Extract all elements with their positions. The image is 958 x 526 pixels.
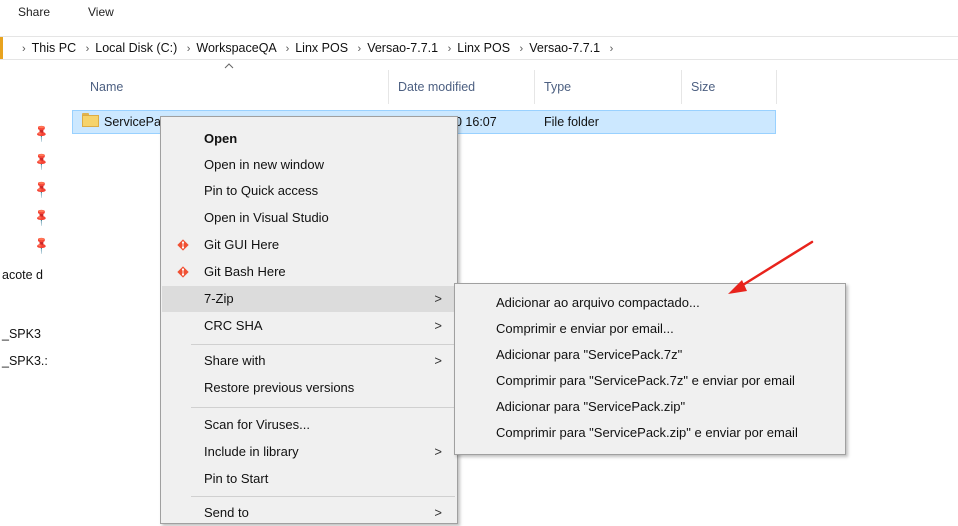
menu-separator — [191, 496, 455, 497]
menu-item-label: Send to — [204, 505, 249, 520]
folder-icon — [82, 113, 99, 127]
menu-item-restore-versions[interactable]: Restore previous versions — [162, 375, 456, 401]
menu-item-git-bash[interactable]: Git Bash Here — [162, 259, 456, 285]
file-type: File folder — [544, 115, 599, 129]
breadcrumb-separator[interactable]: › — [448, 43, 452, 55]
column-divider[interactable] — [534, 70, 535, 104]
submenu-item-compress-zip-email[interactable]: Comprimir para "ServicePack.zip" e envia… — [456, 420, 844, 446]
breadcrumb-separator: › — [22, 43, 26, 55]
menu-item-open[interactable]: Open — [162, 126, 456, 152]
breadcrumb-separator[interactable]: › — [358, 43, 362, 55]
submenu-item-label: Comprimir para "ServicePack.zip" e envia… — [496, 425, 798, 440]
column-divider[interactable] — [776, 70, 777, 104]
submenu-item-label: Adicionar para "ServicePack.zip" — [496, 399, 686, 414]
breadcrumb-separator[interactable]: › — [86, 43, 90, 55]
chevron-right-icon: > — [434, 318, 442, 333]
breadcrumb-linx-pos[interactable]: Linx POS — [295, 41, 348, 55]
submenu-item-compress-7z-email[interactable]: Comprimir para "ServicePack.7z" e enviar… — [456, 368, 844, 394]
nav-item-pacote[interactable]: acote d — [2, 268, 43, 282]
file-date-modified: 0 16:07 — [455, 115, 497, 129]
submenu-item-label: Comprimir para "ServicePack.7z" e enviar… — [496, 373, 795, 388]
column-divider[interactable] — [388, 70, 389, 104]
nav-item-spk3[interactable]: _SPK3 — [2, 327, 41, 341]
menu-separator — [191, 344, 455, 345]
breadcrumb-linx-pos-2[interactable]: Linx POS — [457, 41, 510, 55]
menu-item-crc-sha[interactable]: CRC SHA > — [162, 313, 456, 339]
submenu-item-label: Adicionar ao arquivo compactado... — [496, 295, 700, 310]
menu-item-share-with[interactable]: Share with > — [162, 348, 456, 374]
menu-item-label: Pin to Quick access — [204, 183, 319, 198]
breadcrumb: › This PC › Local Disk (C:) › WorkspaceQA ›… — [16, 41, 619, 55]
nav-item-spk3-2[interactable]: _SPK3.: — [2, 354, 48, 368]
column-header-name[interactable]: Name — [90, 72, 123, 102]
address-bar[interactable]: › This PC › Local Disk (C:) › WorkspaceQA ›… — [0, 36, 958, 60]
menu-item-label: Open — [204, 131, 238, 146]
address-bar-accent — [0, 37, 3, 59]
pin-icon[interactable]: 📌 — [31, 179, 51, 199]
submenu-item-add-zip[interactable]: Adicionar para "ServicePack.zip" — [456, 394, 844, 420]
chevron-right-icon: > — [434, 505, 442, 520]
menu-separator — [191, 407, 455, 408]
ribbon-tab-share[interactable]: Share — [18, 5, 50, 19]
ribbon: Share View — [0, 0, 958, 26]
menu-item-pin-start[interactable]: Pin to Start — [162, 466, 456, 492]
column-header-date-modified[interactable]: Date modified — [398, 72, 475, 102]
menu-item-label: Open in new window — [204, 157, 324, 172]
annotation-arrow-icon — [728, 240, 814, 294]
menu-item-scan-viruses[interactable]: Scan for Viruses... — [162, 412, 456, 438]
submenu-7zip: Adicionar ao arquivo compactado... Compr… — [454, 283, 846, 455]
column-header-type[interactable]: Type — [544, 72, 571, 102]
menu-item-label: Include in library — [204, 444, 299, 459]
menu-item-7zip[interactable]: 7-Zip > — [162, 286, 456, 312]
menu-item-label: Share with — [204, 353, 266, 368]
file-name[interactable]: ServicePa — [104, 115, 161, 129]
menu-item-label: Pin to Start — [204, 471, 269, 486]
breadcrumb-workspaceqa[interactable]: WorkspaceQA — [196, 41, 276, 55]
submenu-item-compress-email[interactable]: Comprimir e enviar por email... — [456, 316, 844, 342]
breadcrumb-this-pc[interactable]: This PC — [32, 41, 76, 55]
menu-item-include-library[interactable]: Include in library > — [162, 439, 456, 465]
pin-icon[interactable]: 📌 — [31, 151, 51, 171]
sort-ascending-icon — [224, 63, 234, 69]
chevron-right-icon: > — [434, 444, 442, 459]
git-icon — [177, 266, 189, 278]
breadcrumb-separator[interactable]: › — [610, 43, 614, 55]
menu-item-send-to[interactable]: Send to > — [162, 500, 456, 526]
menu-item-pin-quick-access[interactable]: Pin to Quick access — [162, 178, 456, 204]
pin-icon[interactable]: 📌 — [31, 207, 51, 227]
menu-item-open-visual-studio[interactable]: Open in Visual Studio — [162, 205, 456, 231]
column-header-size[interactable]: Size — [691, 72, 715, 102]
submenu-item-label: Comprimir e enviar por email... — [496, 321, 674, 336]
breadcrumb-versao[interactable]: Versao-7.7.1 — [367, 41, 438, 55]
menu-item-git-gui[interactable]: Git GUI Here — [162, 232, 456, 258]
column-divider[interactable] — [681, 70, 682, 104]
menu-item-label: Git Bash Here — [204, 264, 286, 279]
pin-icon[interactable]: 📌 — [31, 123, 51, 143]
menu-item-label: 7-Zip — [204, 291, 234, 306]
breadcrumb-separator[interactable]: › — [520, 43, 524, 55]
chevron-right-icon: > — [434, 353, 442, 368]
menu-item-label: Git GUI Here — [204, 237, 280, 252]
menu-item-label: Scan for Viruses... — [204, 417, 310, 432]
breadcrumb-versao-2[interactable]: Versao-7.7.1 — [529, 41, 600, 55]
git-icon — [177, 239, 189, 251]
context-menu: Open Open in new window Pin to Quick acc… — [160, 116, 458, 524]
menu-item-label: Open in Visual Studio — [204, 210, 329, 225]
submenu-item-label: Adicionar para "ServicePack.7z" — [496, 347, 683, 362]
submenu-item-add-7z[interactable]: Adicionar para "ServicePack.7z" — [456, 342, 844, 368]
ribbon-tab-view[interactable]: View — [88, 5, 114, 19]
menu-item-open-new-window[interactable]: Open in new window — [162, 152, 456, 178]
menu-item-label: CRC SHA — [204, 318, 263, 333]
menu-item-label: Restore previous versions — [204, 380, 355, 395]
pin-icon[interactable]: 📌 — [31, 235, 51, 255]
chevron-right-icon: > — [434, 291, 442, 306]
breadcrumb-separator[interactable]: › — [286, 43, 290, 55]
breadcrumb-separator[interactable]: › — [187, 43, 191, 55]
breadcrumb-local-disk[interactable]: Local Disk (C:) — [95, 41, 177, 55]
